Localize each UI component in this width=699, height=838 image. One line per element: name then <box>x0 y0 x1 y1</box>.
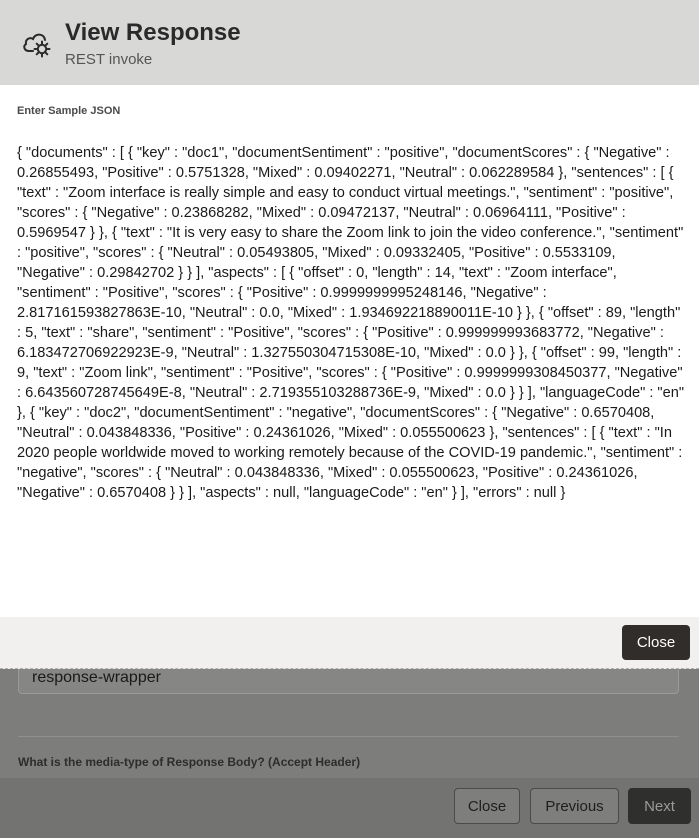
section-divider <box>18 736 679 737</box>
dialog-title: View Response <box>65 19 241 46</box>
response-wrapper-value: response-wrapper <box>32 669 161 686</box>
cloud-gear-icon <box>21 29 55 59</box>
wizard-close-button[interactable]: Close <box>454 788 520 824</box>
wizard-footer: Close Previous Next <box>0 778 699 838</box>
view-response-dialog: View Response REST invoke Enter Sample J… <box>0 0 699 669</box>
wizard-previous-button[interactable]: Previous <box>530 788 619 824</box>
dialog-header: View Response REST invoke <box>0 0 699 86</box>
media-type-question-label: What is the media-type of Response Body?… <box>18 755 361 769</box>
dialog-footer: Close <box>0 617 699 669</box>
dialog-close-button[interactable]: Close <box>622 625 690 660</box>
dialog-subtitle: REST invoke <box>65 51 153 68</box>
wizard-next-button[interactable]: Next <box>628 788 691 824</box>
sample-json-label: Enter Sample JSON <box>17 105 121 117</box>
sample-json-content: { "documents" : [ { "key" : "doc1", "doc… <box>17 145 685 501</box>
dialog-body: Enter Sample JSON { "documents" : [ { "k… <box>0 85 699 617</box>
